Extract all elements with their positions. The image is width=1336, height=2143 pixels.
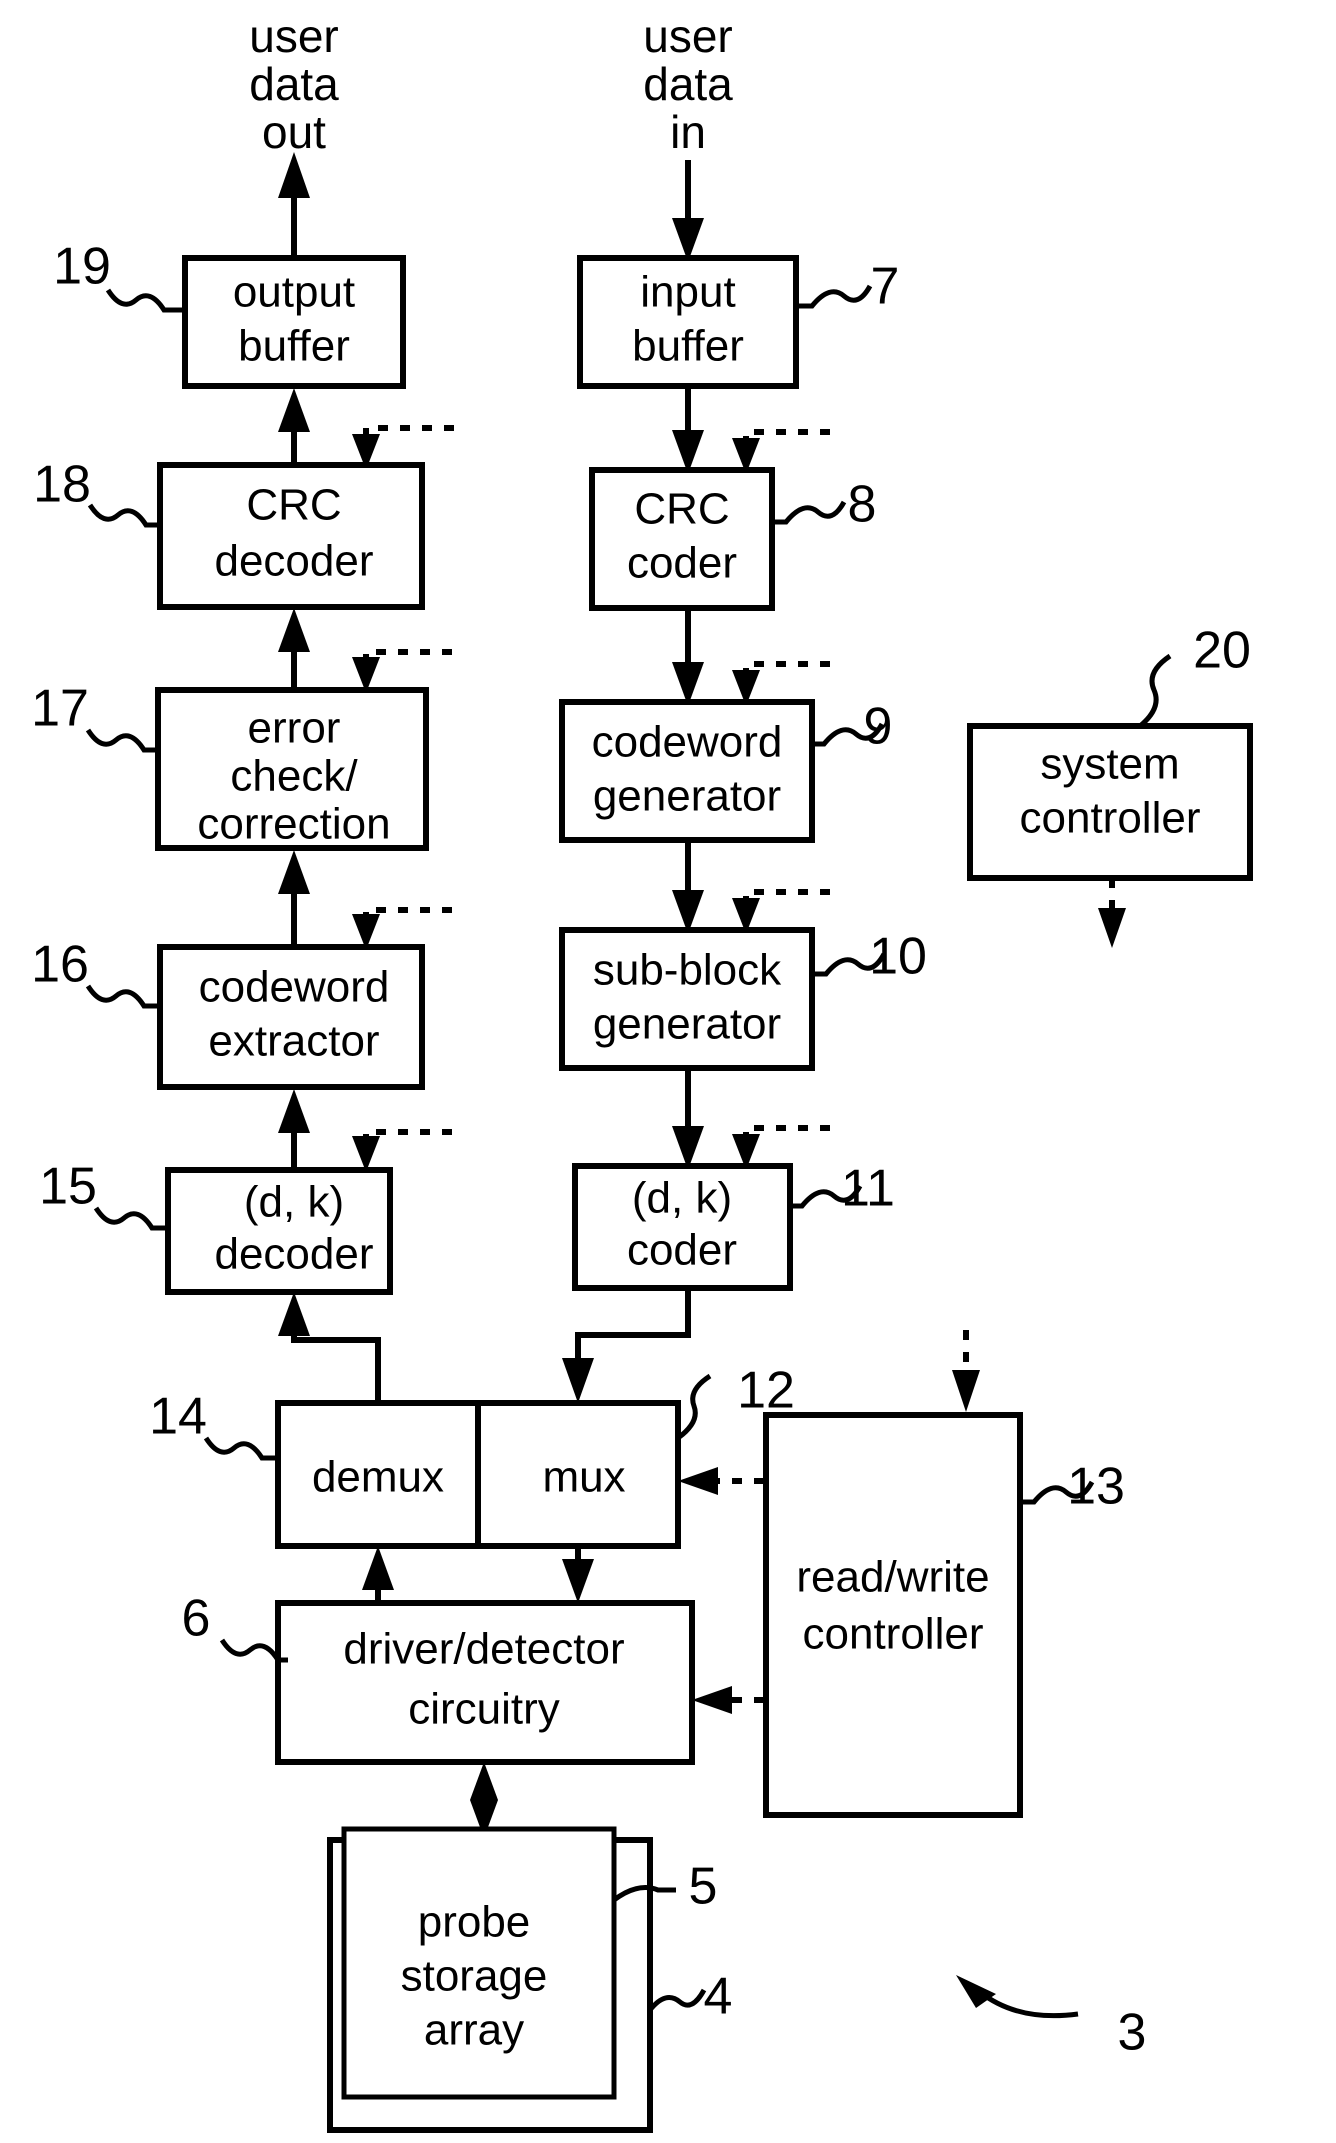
read-write-controller-line-1: read/write — [796, 1553, 989, 1602]
connector-crc-decoder-to-output-buffer — [278, 388, 310, 465]
control-line-read-write-to-mux — [678, 1467, 764, 1495]
dk-coder-line-2: coder — [627, 1226, 737, 1275]
system-controller-line-2: controller — [1020, 794, 1201, 843]
figure-canvas: user data out user data in output buffer… — [0, 0, 1336, 2143]
ref-numeral-12: 12 — [737, 1362, 795, 1420]
connector-error-check-to-crc-decoder — [278, 608, 310, 690]
crc-decoder-line-1: CRC — [246, 481, 341, 530]
connector-codeword-extractor-to-error-check — [278, 850, 310, 947]
label-mux: mux — [542, 1453, 625, 1502]
leader-16 — [85, 984, 160, 1009]
ref-numeral-14: 14 — [149, 1388, 207, 1446]
probe-storage-line-3: array — [424, 2006, 524, 2055]
probe-storage-line-1: probe — [418, 1898, 531, 1947]
connector-sub-block-generator-to-dk-coder — [672, 1068, 704, 1170]
connector-codeword-generator-to-sub-block-generator — [672, 840, 704, 934]
dk-coder-line-1: (d, k) — [632, 1174, 732, 1223]
leader-17 — [85, 728, 160, 753]
user-data-in-line-3: in — [670, 106, 706, 158]
crc-decoder-line-2: decoder — [214, 537, 373, 586]
ref-numeral-13: 13 — [1067, 1458, 1125, 1516]
control-line-system-controller-output — [1098, 878, 1126, 948]
leader-20 — [1138, 653, 1172, 728]
leader-7 — [796, 284, 873, 309]
dk-decoder-line-1: (d, k) — [244, 1178, 344, 1227]
connector-dk-decoder-to-codeword-extractor — [278, 1089, 310, 1170]
user-data-in-line-1: user — [643, 10, 732, 62]
ref-numeral-3: 3 — [1118, 2004, 1147, 2062]
output-buffer-line-2: buffer — [238, 322, 350, 371]
error-check-line-1: error — [248, 704, 341, 753]
error-check-line-3: correction — [197, 800, 390, 849]
crc-coder-line-1: CRC — [634, 485, 729, 534]
connector-output-buffer-to-user-data-out — [278, 152, 310, 258]
error-check-line-2: check/ — [230, 752, 358, 801]
control-line-to-dk-decoder — [352, 1129, 452, 1172]
probe-storage-line-2: storage — [401, 1952, 548, 2001]
ref-numeral-16: 16 — [31, 936, 89, 994]
io-label-user-data-in: user data in — [643, 10, 733, 158]
connector-user-data-in-to-input-buffer — [672, 160, 704, 262]
read-write-controller-line-2: controller — [803, 1610, 984, 1659]
ref-numeral-15: 15 — [39, 1158, 97, 1216]
sub-block-generator-line-2: generator — [593, 1000, 781, 1049]
connector-input-buffer-to-crc-coder — [672, 386, 704, 474]
leader-18 — [87, 503, 162, 528]
user-data-out-line-3: out — [262, 106, 326, 158]
connector-demux-to-dk-decoder — [278, 1292, 381, 1403]
connector-mux-to-driver-detector — [562, 1546, 594, 1603]
ref-numeral-5: 5 — [689, 1858, 718, 1916]
demux-text: demux — [312, 1453, 444, 1502]
ref-numeral-8: 8 — [848, 476, 877, 534]
control-line-to-error-check — [352, 649, 452, 693]
leader-12 — [676, 1373, 712, 1441]
user-data-out-line-2: data — [249, 58, 339, 110]
ref-numeral-18: 18 — [33, 456, 91, 514]
codeword-extractor-line-2: extractor — [208, 1017, 379, 1066]
ref-numeral-19: 19 — [53, 238, 111, 296]
connector-driver-detector-to-demux — [362, 1546, 394, 1603]
ref-numeral-20: 20 — [1193, 622, 1251, 680]
leader-8 — [772, 500, 847, 525]
block-diagram-svg: user data out user data in output buffer… — [31, 10, 1253, 2133]
codeword-generator-line-2: generator — [593, 772, 781, 821]
leader-14 — [203, 1436, 280, 1461]
system-controller-line-1: system — [1040, 740, 1179, 789]
codeword-extractor-line-1: codeword — [199, 963, 390, 1012]
mux-text: mux — [542, 1453, 625, 1502]
ref-numeral-7: 7 — [871, 258, 900, 316]
ref-numeral-6: 6 — [182, 1590, 211, 1648]
control-line-to-read-write-controller — [952, 1330, 980, 1412]
output-buffer-line-1: output — [233, 268, 355, 317]
leader-4 — [648, 1988, 707, 2012]
ref-numeral-4: 4 — [704, 1968, 733, 2026]
dk-decoder-line-2: decoder — [214, 1230, 373, 1279]
io-label-user-data-out: user data out — [249, 10, 339, 158]
input-buffer-line-1: input — [640, 268, 735, 317]
figure-reference-arrow — [956, 1975, 1079, 2019]
leader-19 — [105, 288, 185, 313]
sub-block-generator-line-1: sub-block — [593, 946, 782, 995]
driver-detector-line-2: circuitry — [408, 1685, 560, 1734]
ref-numeral-9: 9 — [864, 698, 893, 756]
label-demux: demux — [312, 1453, 444, 1502]
control-line-read-write-to-driver-detector — [692, 1686, 764, 1714]
connector-dk-coder-to-mux — [562, 1288, 691, 1403]
ref-numeral-11: 11 — [841, 1160, 895, 1218]
codeword-generator-line-1: codeword — [592, 718, 783, 767]
user-data-out-line-1: user — [249, 10, 338, 62]
ref-numeral-17: 17 — [31, 680, 89, 738]
connector-crc-coder-to-codeword-generator — [672, 608, 704, 706]
user-data-in-line-2: data — [643, 58, 733, 110]
crc-coder-line-2: coder — [627, 539, 737, 588]
ref-numeral-10: 10 — [869, 928, 927, 986]
leader-15 — [93, 1206, 170, 1231]
input-buffer-line-2: buffer — [632, 322, 744, 371]
driver-detector-line-1: driver/detector — [343, 1625, 624, 1674]
